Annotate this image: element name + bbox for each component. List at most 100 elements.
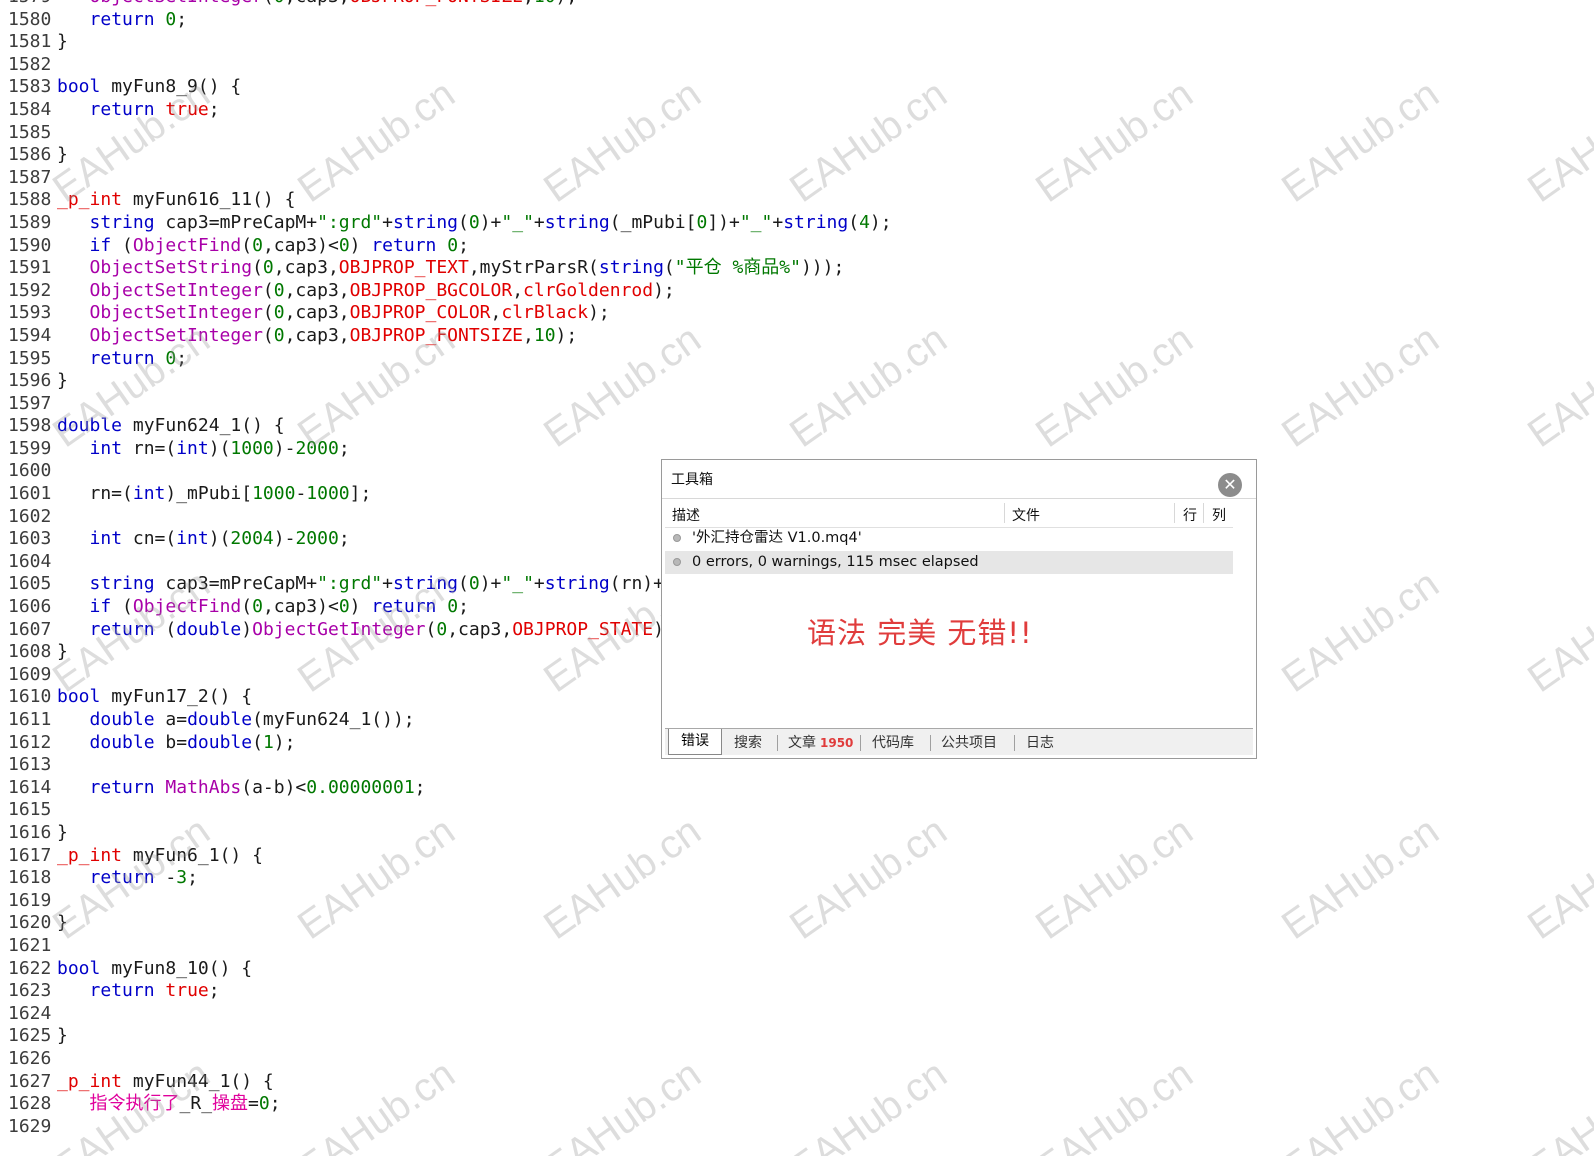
code-token: 2000 — [295, 528, 339, 550]
code-text: ObjectSetInteger(0,cap3,OBJPROP_FONTSIZE… — [57, 0, 578, 9]
code-line[interactable]: 1587 — [0, 167, 1594, 190]
code-token: ); — [869, 211, 892, 233]
line-number: 1613 — [8, 754, 52, 776]
code-line[interactable]: 1586} — [0, 144, 1594, 167]
code-token: return — [371, 596, 437, 618]
code-token: MathAbs — [165, 776, 242, 798]
code-line[interactable]: 1620} — [0, 912, 1594, 935]
close-icon[interactable]: ✕ — [1218, 473, 1242, 497]
code-line[interactable]: 1624 — [0, 1003, 1594, 1026]
status-dot-icon — [673, 558, 681, 566]
code-line[interactable]: 1590 if (ObjectFind(0,cap3)<0) return 0; — [0, 235, 1594, 258]
code-line[interactable]: 1625} — [0, 1025, 1594, 1048]
code-token: } — [57, 1025, 68, 1047]
code-token: double — [89, 731, 155, 753]
tab-articles-label: 文章 — [788, 735, 816, 751]
code-token: 0 — [252, 596, 263, 618]
code-line[interactable]: 1593 ObjectSetInteger(0,cap3,OBJPROP_COL… — [0, 302, 1594, 325]
tab-articles[interactable]: 文章 1950 — [788, 732, 853, 754]
code-token: ; — [176, 8, 188, 30]
code-token: ); — [273, 731, 296, 753]
code-line[interactable]: 1595 return 0; — [0, 348, 1594, 371]
code-token: 0 — [468, 211, 480, 233]
code-line[interactable]: 1584 return true; — [0, 99, 1594, 122]
code-line[interactable]: 1629 — [0, 1116, 1594, 1139]
line-number: 1627 — [8, 1070, 52, 1092]
code-token: ,cap3, — [284, 302, 350, 324]
code-token: ( — [111, 596, 133, 618]
code-line[interactable]: 1580 return 0; — [0, 9, 1594, 32]
code-line[interactable]: 1588 _p_int myFun616_11() { — [0, 189, 1594, 212]
tab-journal[interactable]: 日志 — [1026, 732, 1054, 754]
code-line[interactable]: 1623 return true; — [0, 980, 1594, 1003]
column-divider[interactable] — [1174, 503, 1175, 523]
code-token: true — [165, 980, 209, 1002]
code-token: double — [187, 709, 253, 730]
column-description[interactable]: 描述 — [672, 505, 700, 525]
code-line[interactable]: 1589 string cap3=mPreCapM+":grd"+string(… — [0, 212, 1594, 235]
code-text: string cap3=mPreCapM+":grd"+string(0)+"_… — [57, 212, 892, 235]
code-line[interactable]: 1622 bool myFun8_10() { — [0, 958, 1594, 981]
code-token: string — [89, 211, 155, 233]
list-item[interactable]: '外汇持仓雷达 V1.0.mq4' — [665, 527, 1233, 550]
code-token: } — [57, 641, 68, 663]
tab-errors[interactable]: 错误 — [668, 729, 722, 755]
code-token: "平仓 %商品%" — [674, 257, 801, 279]
tab-search[interactable]: 搜索 — [734, 732, 762, 754]
code-text: ObjectSetInteger(0,cap3,OBJPROP_COLOR,cl… — [57, 302, 610, 325]
code-token: ObjectSetInteger — [89, 302, 263, 324]
line-number: 1625 — [8, 1025, 52, 1047]
code-line[interactable]: 1627 _p_int myFun44_1() { — [0, 1071, 1594, 1094]
code-token: ))); — [800, 257, 845, 279]
code-token: ) — [349, 234, 372, 256]
code-line[interactable]: 1594 ObjectSetInteger(0,cap3,OBJPROP_FON… — [0, 325, 1594, 348]
code-line[interactable]: 1617 _p_int myFun6_1() { — [0, 845, 1594, 868]
code-token: ); — [588, 302, 610, 324]
column-col[interactable]: 列 — [1212, 505, 1226, 525]
code-line[interactable]: 1614 return MathAbs(a-b)<0.00000001; — [0, 777, 1594, 800]
tab-divider — [860, 735, 861, 751]
code-line[interactable]: 1615 — [0, 799, 1594, 822]
code-line[interactable]: 1591 ObjectSetString(0,cap3,OBJPROP_TEXT… — [0, 257, 1594, 280]
code-token: = — [248, 1093, 259, 1115]
code-line[interactable]: 1626 — [0, 1048, 1594, 1071]
code-line[interactable]: 1619 — [0, 890, 1594, 913]
column-line[interactable]: 行 — [1183, 505, 1197, 525]
column-divider[interactable] — [1004, 503, 1005, 523]
code-line[interactable]: 1579 ObjectSetInteger(0,cap3,OBJPROP_FON… — [0, 0, 1594, 9]
tab-divider — [930, 735, 931, 751]
code-line[interactable]: 1616} — [0, 822, 1594, 845]
tab-codebase[interactable]: 代码库 — [872, 732, 914, 754]
code-line[interactable]: 1598 double myFun624_1() { — [0, 415, 1594, 438]
code-line[interactable]: 1597 — [0, 393, 1594, 416]
code-line[interactable]: 1596} — [0, 370, 1594, 393]
code-token: _p_int — [57, 189, 123, 211]
code-token: 0 — [273, 302, 285, 324]
code-token: ,cap3, — [284, 324, 350, 346]
code-line[interactable]: 1599 int rn=(int)(1000)-2000; — [0, 438, 1594, 461]
code-token: 2004 — [230, 528, 274, 550]
code-token: (rn)+ — [609, 573, 664, 595]
code-token: string — [598, 257, 664, 279]
code-token: 0 — [338, 596, 350, 618]
list-item[interactable]: 0 errors, 0 warnings, 115 msec elapsed — [665, 551, 1233, 574]
code-line[interactable]: 1592 ObjectSetInteger(0,cap3,OBJPROP_BGC… — [0, 280, 1594, 303]
line-number: 1604 — [8, 550, 52, 572]
code-line[interactable]: 1585 — [0, 122, 1594, 145]
tab-public-projects[interactable]: 公共项目 — [941, 732, 997, 754]
code-line[interactable]: 1581} — [0, 31, 1594, 54]
code-line[interactable]: 1618 return -3; — [0, 867, 1594, 890]
column-divider[interactable] — [1203, 503, 1204, 523]
column-file[interactable]: 文件 — [1012, 505, 1040, 525]
toolbox-titlebar: 工具箱 ✕ — [662, 460, 1256, 499]
code-line[interactable]: 1628 指令执行了_R_操盘=0; — [0, 1093, 1594, 1116]
code-line[interactable]: 1583 bool myFun8_9() { — [0, 76, 1594, 99]
code-token: OBJPROP_TEXT — [338, 257, 469, 279]
code-line[interactable]: 1582 — [0, 54, 1594, 77]
code-line[interactable]: 1621 — [0, 935, 1594, 958]
line-number: 1597 — [8, 392, 52, 414]
